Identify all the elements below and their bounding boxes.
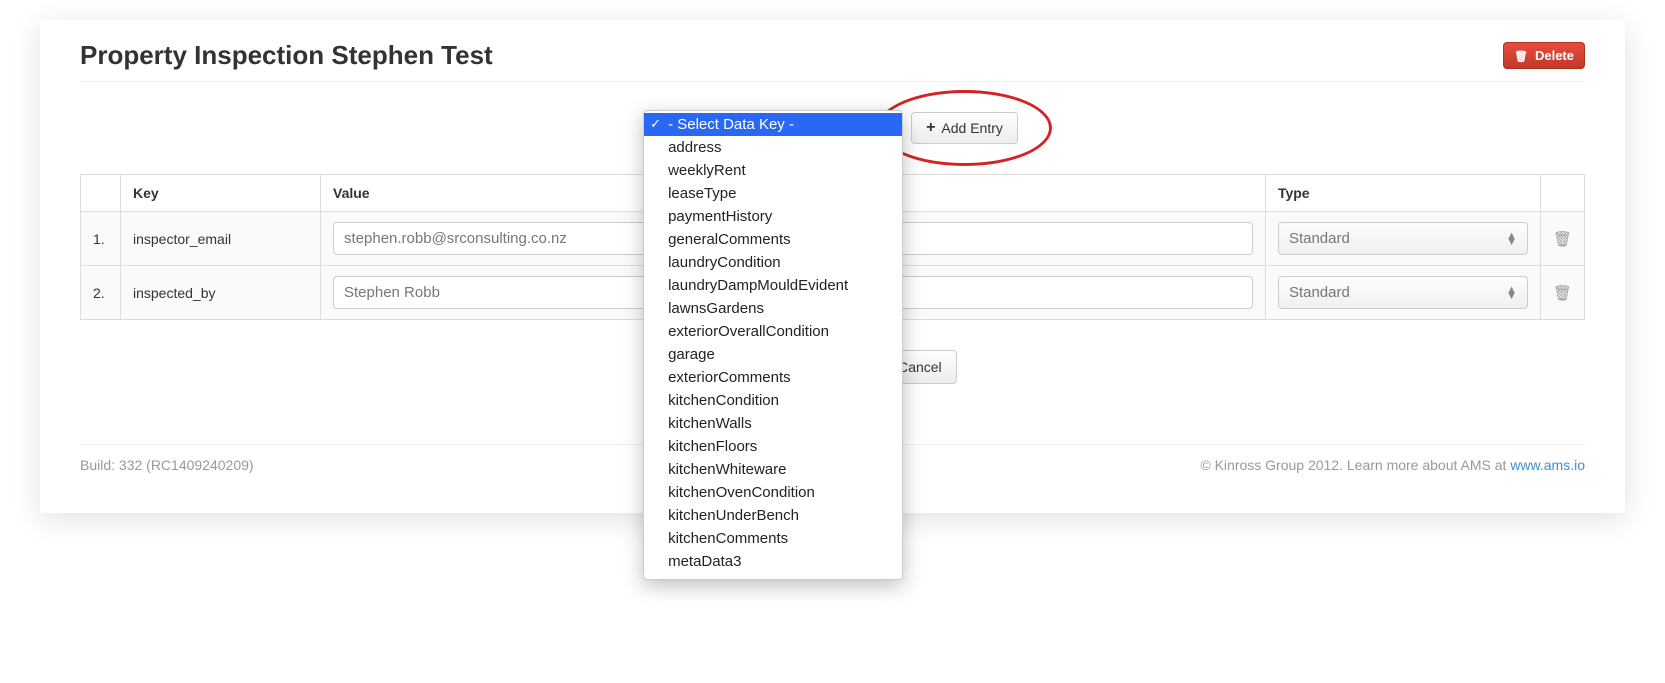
dropdown-option[interactable]: metaData3: [644, 550, 902, 573]
dropdown-option[interactable]: exteriorComments: [644, 366, 902, 389]
dropdown-option[interactable]: paymentHistory: [644, 205, 902, 228]
row-key: inspector_email: [121, 212, 321, 266]
delete-row-button[interactable]: 🗑: [1553, 230, 1572, 248]
dropdown-option[interactable]: kitchenComments: [644, 527, 902, 550]
col-header-num: [81, 175, 121, 212]
dropdown-option[interactable]: - Select Data Key -: [644, 113, 902, 136]
dropdown-option[interactable]: garage: [644, 343, 902, 366]
dropdown-option[interactable]: kitchenOvenCondition: [644, 481, 902, 504]
footer-copyright: © Kinross Group 2012. Learn more about A…: [1200, 457, 1585, 473]
trash-icon: [1514, 48, 1531, 63]
dropdown-option[interactable]: leaseType: [644, 182, 902, 205]
col-header-type: Type: [1265, 175, 1540, 212]
type-select[interactable]: Standard▲▼: [1278, 222, 1528, 255]
dropdown-option[interactable]: lawnsGardens: [644, 297, 902, 320]
delete-button[interactable]: Delete: [1503, 42, 1585, 69]
data-key-dropdown-menu[interactable]: - Select Data Key -addressweeklyRentleas…: [643, 110, 903, 580]
add-entry-button[interactable]: +Add Entry: [911, 112, 1018, 144]
dropdown-option[interactable]: kitchenWhiteware: [644, 458, 902, 481]
dropdown-option[interactable]: kitchenFloors: [644, 435, 902, 458]
footer-link[interactable]: www.ams.io: [1510, 457, 1585, 473]
dropdown-option[interactable]: kitchenWalls: [644, 412, 902, 435]
dropdown-option[interactable]: exteriorOverallCondition: [644, 320, 902, 343]
dropdown-option[interactable]: kitchenCondition: [644, 389, 902, 412]
build-info: Build: 332 (RC1409240209): [80, 457, 254, 473]
chevron-updown-icon: ▲▼: [1506, 287, 1517, 299]
dropdown-option[interactable]: laundryDampMouldEvident: [644, 274, 902, 297]
delete-row-button[interactable]: 🗑: [1553, 284, 1572, 302]
page-title: Property Inspection Stephen Test: [80, 40, 493, 71]
dropdown-option[interactable]: laundryCondition: [644, 251, 902, 274]
dropdown-option[interactable]: weeklyRent: [644, 159, 902, 182]
col-header-key: Key: [121, 175, 321, 212]
row-number: 2.: [81, 266, 121, 320]
type-select[interactable]: Standard▲▼: [1278, 276, 1528, 309]
plus-icon: +: [926, 119, 935, 137]
data-key-select[interactable]: - Select Data Key -addressweeklyRentleas…: [647, 112, 897, 144]
chevron-updown-icon: ▲▼: [1506, 233, 1517, 245]
col-header-action: [1540, 175, 1584, 212]
row-number: 1.: [81, 212, 121, 266]
row-key: inspected_by: [121, 266, 321, 320]
dropdown-option[interactable]: address: [644, 136, 902, 159]
dropdown-option[interactable]: kitchenUnderBench: [644, 504, 902, 527]
dropdown-option[interactable]: generalComments: [644, 228, 902, 251]
